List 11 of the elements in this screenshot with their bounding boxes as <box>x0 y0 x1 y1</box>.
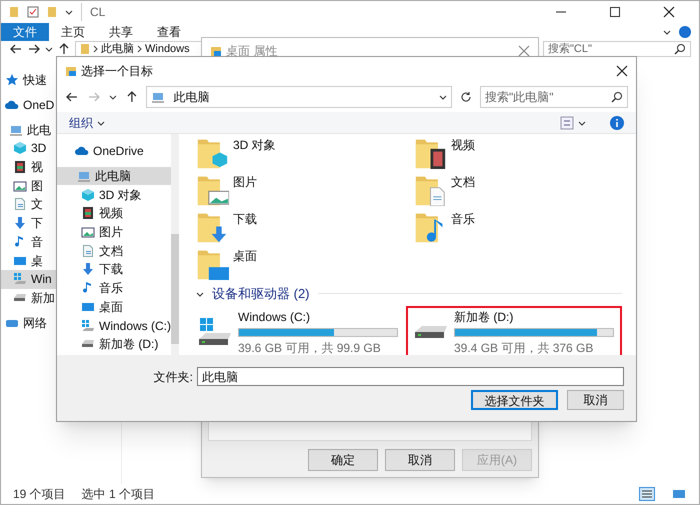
drive-name: 新加卷 (D:) <box>454 308 514 326</box>
dialog-title: 桌面 属性 <box>226 43 278 60</box>
status-text: 选中 1 个项目 <box>82 486 156 503</box>
window-title: CL <box>81 3 106 21</box>
status-text: 19 个项目 <box>13 486 66 503</box>
drive-space: 39.4 GB 可用，共 376 GB <box>454 340 594 355</box>
dialog-title: 选择一个目标 <box>81 62 153 80</box>
drive-name: Windows (C:) <box>238 308 312 326</box>
field-label: 文件夹: <box>154 368 193 386</box>
drive-space: 39.6 GB 可用，共 99.9 GB <box>238 340 382 355</box>
group-header: 设备和驱动器 (2) <box>212 285 310 303</box>
